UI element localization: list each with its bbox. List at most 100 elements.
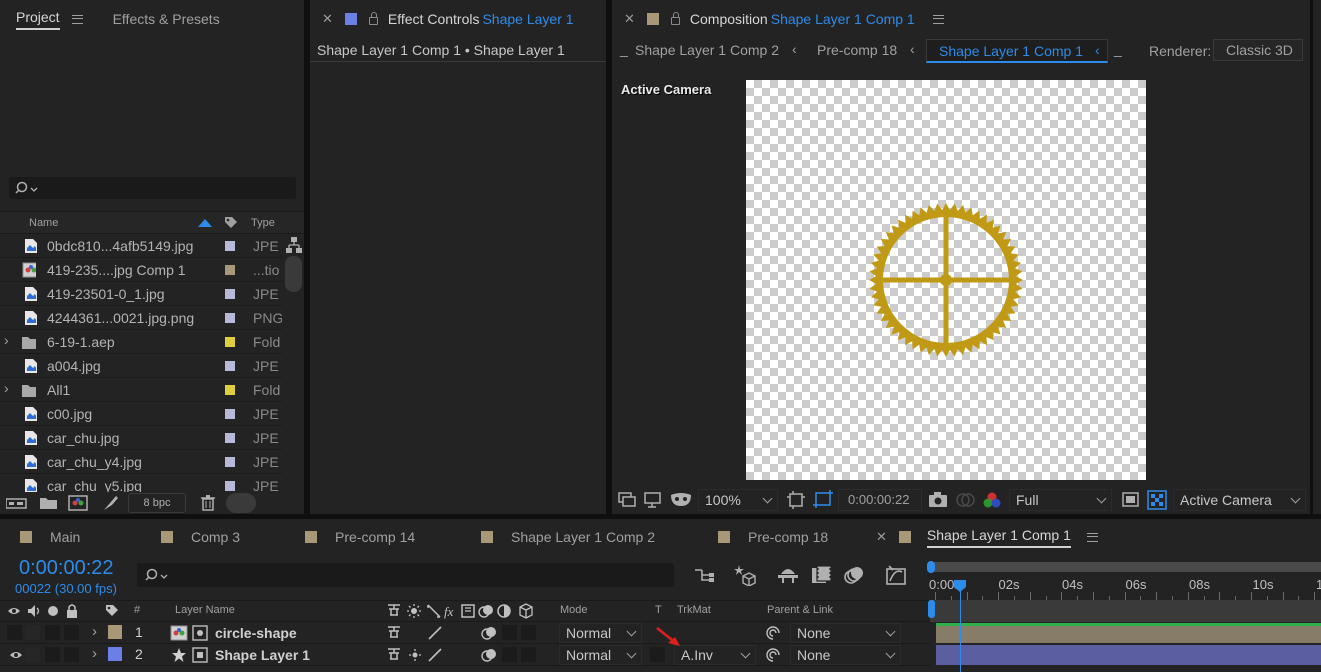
close-icon[interactable]: ✕ (624, 11, 635, 27)
always-preview-icon[interactable] (618, 492, 636, 508)
tab-project[interactable]: Project (0, 0, 93, 38)
layer-label-color[interactable] (108, 625, 122, 639)
preserve-transparency-switch[interactable] (650, 647, 665, 662)
av-switches-icons[interactable] (7, 603, 87, 619)
project-file-row[interactable]: 4244361...0021.jpg.png PNG (0, 306, 282, 330)
shy-switch-icon[interactable] (386, 647, 402, 663)
video-switch[interactable] (7, 625, 22, 640)
label-tag-icon[interactable] (224, 216, 238, 230)
blend-mode-dropdown[interactable]: Normal (559, 645, 642, 665)
timeline-search-input[interactable] (137, 563, 674, 587)
playhead-icon[interactable] (953, 579, 967, 593)
snapshot-camera-icon[interactable] (928, 492, 948, 508)
project-file-row[interactable]: 419-23501-0_1.jpg JPE (0, 282, 282, 306)
expand-chevron-icon[interactable]: › (4, 380, 9, 396)
close-icon[interactable]: ✕ (876, 529, 887, 545)
bpc-button[interactable]: 8 bpc (128, 493, 186, 513)
motion-blur-icon[interactable] (843, 565, 865, 585)
col-name-header[interactable]: Name (29, 217, 58, 229)
color-channels-icon[interactable] (982, 491, 1002, 509)
mask-visibility-icon[interactable] (670, 492, 692, 508)
monitor-icon[interactable] (644, 492, 662, 508)
parent-dropdown[interactable]: None (790, 623, 901, 643)
grid-guides-icon[interactable] (787, 491, 805, 509)
tab-comp-3[interactable]: Comp 3 (147, 519, 291, 555)
3d-layer-switch[interactable] (521, 647, 536, 662)
project-file-row[interactable]: c00.jpg JPE (0, 402, 282, 426)
layer-duration-bar[interactable] (936, 623, 1321, 643)
renderer-button[interactable]: Classic 3D (1213, 39, 1303, 61)
eye-visibility-icon[interactable] (9, 650, 23, 660)
sort-ascending-icon[interactable] (198, 219, 212, 227)
adjustment-switch[interactable] (502, 625, 517, 640)
delete-brush-icon[interactable] (102, 495, 120, 511)
expand-chevron-icon[interactable]: › (92, 623, 97, 640)
solo-switch[interactable] (45, 625, 60, 640)
label-color-swatch[interactable] (225, 337, 235, 347)
layer-row[interactable]: › 1 circle-shape Normal None (0, 622, 930, 644)
label-color-swatch[interactable] (225, 481, 235, 491)
work-area-bar[interactable] (930, 562, 1321, 572)
audio-switch[interactable] (25, 625, 40, 640)
pick-whip-icon[interactable] (765, 625, 781, 641)
close-icon[interactable]: ✕ (322, 11, 333, 27)
shy-switch-icon[interactable] (386, 625, 402, 641)
panel-menu-icon[interactable] (1086, 532, 1098, 542)
tab-pre-comp-18[interactable]: Pre-comp 18 (704, 519, 862, 555)
project-search-input[interactable] (9, 177, 296, 199)
current-time-display[interactable]: 0:00:00:22 (19, 557, 114, 580)
expand-chevron-icon[interactable]: › (92, 645, 97, 662)
motion-blur-switch-icon[interactable] (480, 647, 498, 663)
interpret-footage-icon[interactable] (6, 496, 28, 510)
expand-chevron-icon[interactable]: › (4, 332, 9, 348)
new-folder-icon[interactable] (40, 496, 58, 510)
project-file-row[interactable]: › 6-19-1.aep Fold (0, 330, 282, 354)
tab-effects-presets[interactable]: Effects & Presets (93, 0, 230, 38)
trash-icon[interactable] (200, 495, 216, 511)
timecode-display[interactable]: 0:00:00:22 (838, 489, 922, 511)
lock-switch[interactable] (64, 625, 79, 640)
view-dropdown[interactable]: Active Camera (1173, 489, 1306, 511)
resolution-dropdown[interactable]: Full (1009, 489, 1112, 511)
comp-mini-flowchart-icon[interactable] (694, 566, 716, 584)
label-tag-icon[interactable] (105, 604, 119, 618)
lock-icon[interactable] (670, 12, 680, 25)
new-composition-icon[interactable] (68, 495, 88, 511)
gear-shape[interactable] (746, 80, 1146, 480)
show-snapshot-icon[interactable] (955, 492, 975, 508)
project-hscrollbar[interactable] (226, 493, 256, 513)
shy-layers-icon[interactable] (777, 566, 799, 584)
layer-name[interactable]: circle-shape (215, 625, 297, 641)
panel-menu-icon[interactable] (932, 14, 944, 24)
tab-effect-controls[interactable]: ✕ Effect Controls Shape Layer 1 (310, 0, 584, 38)
zoom-dropdown[interactable]: 100% (698, 489, 778, 511)
lock-icon[interactable] (368, 12, 378, 25)
transparency-grid-icon[interactable] (1147, 490, 1167, 510)
composition-comp-name[interactable]: Shape Layer 1 Comp 1 (771, 11, 915, 27)
tab-composition[interactable]: ✕ Composition Shape Layer 1 Comp 1 (612, 0, 954, 38)
project-file-row[interactable]: car_chu_y5.jpg JPE (0, 474, 282, 492)
frame-blending-icon[interactable] (811, 565, 833, 585)
work-area-start[interactable] (927, 561, 935, 573)
flow-item-active[interactable]: Shape Layer 1 Comp 1 ‹ (926, 39, 1108, 63)
blend-mode-dropdown[interactable]: Normal (559, 623, 642, 643)
label-color-swatch[interactable] (225, 241, 235, 251)
motion-blur-switch-icon[interactable] (480, 625, 498, 641)
draft-3d-icon[interactable] (733, 564, 757, 586)
parent-dropdown[interactable]: None (790, 645, 901, 665)
3d-layer-switch[interactable] (521, 625, 536, 640)
layer-label-color[interactable] (108, 647, 122, 661)
trkmat-dropdown[interactable]: A.Inv (674, 645, 756, 665)
label-color-swatch[interactable] (225, 385, 235, 395)
flow-item-2[interactable]: Pre-comp 18 (817, 42, 897, 58)
audio-switch[interactable] (25, 647, 40, 662)
layer-name[interactable]: Shape Layer 1 (215, 647, 310, 663)
label-color-swatch[interactable] (225, 265, 235, 275)
project-file-row[interactable]: car_chu_y4.jpg JPE (0, 450, 282, 474)
fast-preview-icon[interactable] (1122, 492, 1140, 508)
label-color-swatch[interactable] (225, 313, 235, 323)
flow-item-1[interactable]: Shape Layer 1 Comp 2 (635, 42, 779, 58)
project-scrollbar[interactable] (285, 256, 302, 292)
comp-canvas[interactable] (746, 80, 1146, 480)
graph-editor-icon[interactable] (886, 565, 908, 585)
